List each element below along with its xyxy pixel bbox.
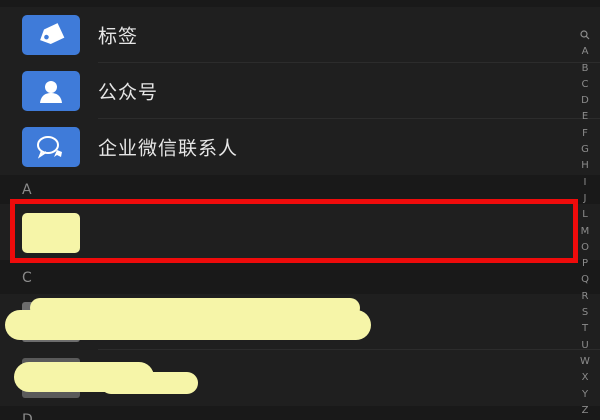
index-letter[interactable]: X (582, 370, 589, 386)
index-letter[interactable]: A (582, 44, 589, 60)
alphabet-index-bar[interactable]: A B C D E F G H I J L M O P Q R S T U W … (578, 28, 592, 420)
contacts-row-wecom-contacts[interactable]: 企业微信联系人 (0, 119, 600, 175)
contacts-row-label: 公众号 (98, 81, 159, 104)
section-letter: C (22, 270, 32, 286)
index-letter[interactable]: M (581, 224, 590, 240)
tags-icon-box (22, 15, 80, 55)
section-letter: A (22, 182, 32, 198)
search-icon[interactable] (580, 28, 590, 44)
index-letter[interactable]: P (582, 256, 588, 272)
index-letter[interactable]: I (584, 175, 587, 191)
index-letter[interactable]: Z (582, 403, 589, 419)
index-letter[interactable]: G (581, 142, 589, 158)
wecom-contacts-icon-box (22, 127, 80, 167)
section-letter: D (22, 412, 33, 420)
index-letter[interactable]: W (580, 354, 590, 370)
index-letter[interactable]: L (582, 207, 588, 223)
index-letter[interactable]: S (582, 305, 588, 321)
index-letter[interactable]: Y (582, 387, 588, 403)
index-letter[interactable]: O (581, 240, 589, 256)
index-letter[interactable]: C (582, 77, 589, 93)
index-letter[interactable]: D (581, 93, 589, 109)
contacts-row-official-accounts[interactable]: 公众号 (0, 63, 600, 119)
redacted-contact-name (100, 372, 198, 394)
index-letter[interactable]: R (582, 289, 589, 305)
index-letter[interactable]: F (582, 126, 588, 142)
official-accounts-icon-box (22, 71, 80, 111)
contacts-screen: 标签 公众号 企业微信联系人 A C D A B C D E F G H I J… (0, 0, 600, 420)
index-letter[interactable]: U (581, 338, 588, 354)
redacted-contact-name (30, 298, 360, 318)
index-letter[interactable]: B (582, 61, 589, 77)
chat-bubbles-icon (37, 136, 62, 159)
index-letter[interactable]: T (582, 321, 588, 337)
contacts-row-label: 企业微信联系人 (98, 137, 239, 160)
index-letter[interactable]: E (582, 109, 588, 125)
tag-icon (40, 23, 65, 44)
index-letter[interactable]: Q (581, 272, 589, 288)
section-header-c: C (0, 264, 600, 292)
index-letter[interactable]: H (581, 158, 589, 174)
index-letter[interactable]: J (584, 191, 587, 207)
section-header-d: D (0, 406, 600, 420)
person-icon (40, 81, 62, 103)
contacts-row-tags[interactable]: 标签 (0, 7, 600, 63)
highlight-box (10, 199, 578, 263)
contacts-row-label: 标签 (98, 25, 139, 48)
